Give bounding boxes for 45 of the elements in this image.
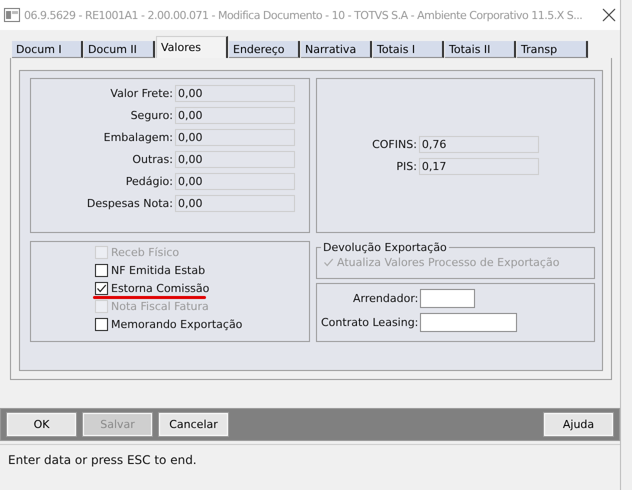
field-label: Despesas Nota:	[86, 197, 173, 210]
input-field[interactable]	[420, 289, 476, 308]
checkbox[interactable]	[95, 264, 108, 276]
field-label: Pedágio:	[124, 175, 173, 188]
checkbox-label: Atualiza Valores Processo de Exportação	[337, 256, 560, 268]
input-field[interactable]: 0,17	[418, 158, 539, 175]
tab[interactable]: Narrativa	[301, 41, 372, 58]
field-label: Contrato Leasing:	[321, 316, 418, 329]
close-icon[interactable]	[602, 8, 616, 22]
field-label: Valor Frete:	[109, 87, 173, 100]
checkbox-label: NF Emitida Estab	[111, 264, 206, 276]
window-title: 06.9.5629 - RE1001A1 - 2.00.00.071 - Modifica Documento - 10 - TOTVS S.A - Ambiente Corporativo 11.5.X S...	[24, 8, 584, 22]
field-label: Outras:	[131, 153, 173, 166]
field-label: Embalagem:	[102, 131, 173, 144]
checkbox-label: Nota Fiscal Fatura	[111, 300, 209, 312]
field-label: Seguro:	[130, 109, 173, 122]
field-label: Arrendador:	[352, 292, 418, 305]
field-label: PIS:	[395, 160, 417, 173]
checkbox[interactable]	[95, 282, 108, 294]
input-field[interactable]: 0,00	[175, 85, 295, 102]
tab[interactable]: Docum I	[12, 41, 83, 58]
checkbox-label: Memorando Exportação	[111, 318, 242, 330]
field-label: COFINS:	[372, 138, 417, 151]
tab[interactable]: Valores	[156, 36, 228, 58]
input-field[interactable]: 0,00	[175, 151, 295, 168]
tab[interactable]: Docum II	[84, 41, 155, 58]
dialog-button[interactable]: Ajuda	[544, 413, 613, 436]
tab[interactable]: Endereço	[229, 41, 300, 58]
dialog-button[interactable]: OK	[7, 413, 76, 436]
input-field[interactable]: 0,00	[175, 195, 295, 212]
checkbox-label: Receb Físico	[111, 246, 180, 258]
checkbox[interactable]	[95, 318, 108, 330]
checkbox-label: Estorna Comissão	[111, 282, 210, 294]
tab[interactable]: Transp	[517, 41, 588, 58]
dialog-button[interactable]: Cancelar	[159, 413, 228, 436]
tab[interactable]: Totais I	[373, 41, 444, 58]
status-bar: Enter data or press ESC to end.	[0, 444, 620, 475]
input-field[interactable]: 0,00	[175, 107, 295, 124]
app-icon	[4, 8, 20, 22]
input-field[interactable]	[420, 313, 518, 332]
tab[interactable]: Totais II	[445, 41, 516, 58]
input-field[interactable]: 0,00	[175, 129, 295, 146]
group-legend: Devolução Exportação	[321, 241, 449, 254]
input-field[interactable]: 0,76	[418, 136, 539, 153]
input-field[interactable]: 0,00	[175, 173, 295, 190]
